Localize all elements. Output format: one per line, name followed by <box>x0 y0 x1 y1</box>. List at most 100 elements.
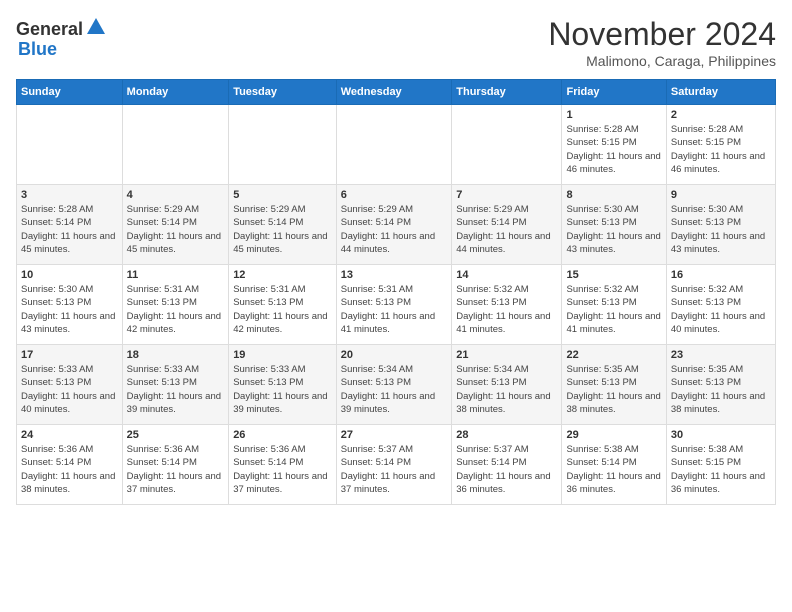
day-number: 26 <box>233 429 332 441</box>
header-tuesday: Tuesday <box>229 80 337 105</box>
day-number: 13 <box>341 269 448 281</box>
day-info: Sunrise: 5:32 AMSunset: 5:13 PMDaylight:… <box>456 283 557 336</box>
calendar-week-4: 24 Sunrise: 5:36 AMSunset: 5:14 PMDayligh… <box>17 425 776 505</box>
day-info: Sunrise: 5:36 AMSunset: 5:14 PMDaylight:… <box>21 443 118 496</box>
day-number: 28 <box>456 429 557 441</box>
page-subtitle: Malimono, Caraga, Philippines <box>548 53 776 69</box>
day-number: 15 <box>566 269 661 281</box>
day-info: Sunrise: 5:33 AMSunset: 5:13 PMDaylight:… <box>233 363 332 416</box>
day-info: Sunrise: 5:36 AMSunset: 5:14 PMDaylight:… <box>233 443 332 496</box>
logo-icon <box>85 16 107 38</box>
day-info: Sunrise: 5:28 AMSunset: 5:14 PMDaylight:… <box>21 203 118 256</box>
day-number: 27 <box>341 429 448 441</box>
logo-general-text: General <box>16 19 83 40</box>
calendar-cell: 29 Sunrise: 5:38 AMSunset: 5:14 PMDayligh… <box>562 425 666 505</box>
day-info: Sunrise: 5:29 AMSunset: 5:14 PMDaylight:… <box>127 203 225 256</box>
day-number: 19 <box>233 349 332 361</box>
calendar-cell: 9 Sunrise: 5:30 AMSunset: 5:13 PMDaylight… <box>666 185 775 265</box>
title-section: November 2024 Malimono, Caraga, Philippi… <box>548 16 776 69</box>
day-info: Sunrise: 5:36 AMSunset: 5:14 PMDaylight:… <box>127 443 225 496</box>
calendar-cell: 15 Sunrise: 5:32 AMSunset: 5:13 PMDayligh… <box>562 265 666 345</box>
page-header: General Blue November 2024 Malimono, Car… <box>16 16 776 69</box>
calendar-cell: 7 Sunrise: 5:29 AMSunset: 5:14 PMDaylight… <box>452 185 562 265</box>
calendar-cell: 24 Sunrise: 5:36 AMSunset: 5:14 PMDayligh… <box>17 425 123 505</box>
header-row: SundayMondayTuesdayWednesdayThursdayFrid… <box>17 80 776 105</box>
day-number: 8 <box>566 189 661 201</box>
day-info: Sunrise: 5:38 AMSunset: 5:14 PMDaylight:… <box>566 443 661 496</box>
calendar-cell: 19 Sunrise: 5:33 AMSunset: 5:13 PMDayligh… <box>229 345 337 425</box>
day-info: Sunrise: 5:29 AMSunset: 5:14 PMDaylight:… <box>456 203 557 256</box>
calendar-cell: 13 Sunrise: 5:31 AMSunset: 5:13 PMDayligh… <box>336 265 452 345</box>
day-number: 17 <box>21 349 118 361</box>
calendar-cell: 23 Sunrise: 5:35 AMSunset: 5:13 PMDayligh… <box>666 345 775 425</box>
day-info: Sunrise: 5:34 AMSunset: 5:13 PMDaylight:… <box>456 363 557 416</box>
calendar-cell: 3 Sunrise: 5:28 AMSunset: 5:14 PMDaylight… <box>17 185 123 265</box>
calendar-cell: 8Sunrise: 5:30 AMSunset: 5:13 PMDaylight… <box>562 185 666 265</box>
day-number: 23 <box>671 349 771 361</box>
calendar-week-3: 17 Sunrise: 5:33 AMSunset: 5:13 PMDayligh… <box>17 345 776 425</box>
day-info: Sunrise: 5:33 AMSunset: 5:13 PMDaylight:… <box>127 363 225 416</box>
header-wednesday: Wednesday <box>336 80 452 105</box>
calendar-cell: 28 Sunrise: 5:37 AMSunset: 5:14 PMDayligh… <box>452 425 562 505</box>
logo-blue-text: Blue <box>18 39 57 59</box>
calendar-cell <box>17 105 123 185</box>
day-info: Sunrise: 5:32 AMSunset: 5:13 PMDaylight:… <box>671 283 771 336</box>
day-info: Sunrise: 5:31 AMSunset: 5:13 PMDaylight:… <box>233 283 332 336</box>
header-monday: Monday <box>122 80 229 105</box>
day-number: 14 <box>456 269 557 281</box>
logo: General Blue <box>16 16 107 60</box>
calendar-cell: 27 Sunrise: 5:37 AMSunset: 5:14 PMDayligh… <box>336 425 452 505</box>
calendar-body: 1Sunrise: 5:28 AMSunset: 5:15 PMDaylight… <box>17 105 776 505</box>
day-number: 9 <box>671 189 771 201</box>
day-info: Sunrise: 5:31 AMSunset: 5:13 PMDaylight:… <box>127 283 225 336</box>
day-number: 30 <box>671 429 771 441</box>
day-info: Sunrise: 5:33 AMSunset: 5:13 PMDaylight:… <box>21 363 118 416</box>
calendar-cell: 25 Sunrise: 5:36 AMSunset: 5:14 PMDayligh… <box>122 425 229 505</box>
day-info: Sunrise: 5:38 AMSunset: 5:15 PMDaylight:… <box>671 443 771 496</box>
day-number: 6 <box>341 189 448 201</box>
day-info: Sunrise: 5:30 AMSunset: 5:13 PMDaylight:… <box>21 283 118 336</box>
calendar-cell: 1Sunrise: 5:28 AMSunset: 5:15 PMDaylight… <box>562 105 666 185</box>
header-thursday: Thursday <box>452 80 562 105</box>
day-number: 3 <box>21 189 118 201</box>
calendar-week-1: 3 Sunrise: 5:28 AMSunset: 5:14 PMDaylight… <box>17 185 776 265</box>
header-friday: Friday <box>562 80 666 105</box>
day-info: Sunrise: 5:37 AMSunset: 5:14 PMDaylight:… <box>341 443 448 496</box>
day-number: 18 <box>127 349 225 361</box>
day-number: 20 <box>341 349 448 361</box>
day-number: 21 <box>456 349 557 361</box>
day-info: Sunrise: 5:31 AMSunset: 5:13 PMDaylight:… <box>341 283 448 336</box>
day-info: Sunrise: 5:35 AMSunset: 5:13 PMDaylight:… <box>566 363 661 416</box>
day-info: Sunrise: 5:35 AMSunset: 5:13 PMDaylight:… <box>671 363 771 416</box>
calendar-cell: 18 Sunrise: 5:33 AMSunset: 5:13 PMDayligh… <box>122 345 229 425</box>
day-number: 29 <box>566 429 661 441</box>
day-info: Sunrise: 5:32 AMSunset: 5:13 PMDaylight:… <box>566 283 661 336</box>
day-info: Sunrise: 5:34 AMSunset: 5:13 PMDaylight:… <box>341 363 448 416</box>
day-info: Sunrise: 5:30 AMSunset: 5:13 PMDaylight:… <box>671 203 771 256</box>
page-title: November 2024 <box>548 16 776 53</box>
day-number: 7 <box>456 189 557 201</box>
day-number: 2 <box>671 109 771 121</box>
calendar-cell: 10Sunrise: 5:30 AMSunset: 5:13 PMDayligh… <box>17 265 123 345</box>
day-number: 24 <box>21 429 118 441</box>
calendar-cell: 12Sunrise: 5:31 AMSunset: 5:13 PMDayligh… <box>229 265 337 345</box>
calendar-cell: 2Sunrise: 5:28 AMSunset: 5:15 PMDaylight… <box>666 105 775 185</box>
calendar-cell: 16Sunrise: 5:32 AMSunset: 5:13 PMDayligh… <box>666 265 775 345</box>
calendar-header: SundayMondayTuesdayWednesdayThursdayFrid… <box>17 80 776 105</box>
day-info: Sunrise: 5:29 AMSunset: 5:14 PMDaylight:… <box>233 203 332 256</box>
day-number: 22 <box>566 349 661 361</box>
calendar-cell <box>122 105 229 185</box>
calendar-cell: 5 Sunrise: 5:29 AMSunset: 5:14 PMDaylight… <box>229 185 337 265</box>
day-number: 1 <box>566 109 661 121</box>
calendar-cell: 14 Sunrise: 5:32 AMSunset: 5:13 PMDayligh… <box>452 265 562 345</box>
day-info: Sunrise: 5:37 AMSunset: 5:14 PMDaylight:… <box>456 443 557 496</box>
day-number: 25 <box>127 429 225 441</box>
header-sunday: Sunday <box>17 80 123 105</box>
calendar-cell: 22 Sunrise: 5:35 AMSunset: 5:13 PMDayligh… <box>562 345 666 425</box>
day-number: 5 <box>233 189 332 201</box>
calendar-table: SundayMondayTuesdayWednesdayThursdayFrid… <box>16 79 776 505</box>
calendar-cell: 6Sunrise: 5:29 AMSunset: 5:14 PMDaylight… <box>336 185 452 265</box>
calendar-cell <box>452 105 562 185</box>
calendar-cell <box>229 105 337 185</box>
calendar-week-2: 10Sunrise: 5:30 AMSunset: 5:13 PMDayligh… <box>17 265 776 345</box>
